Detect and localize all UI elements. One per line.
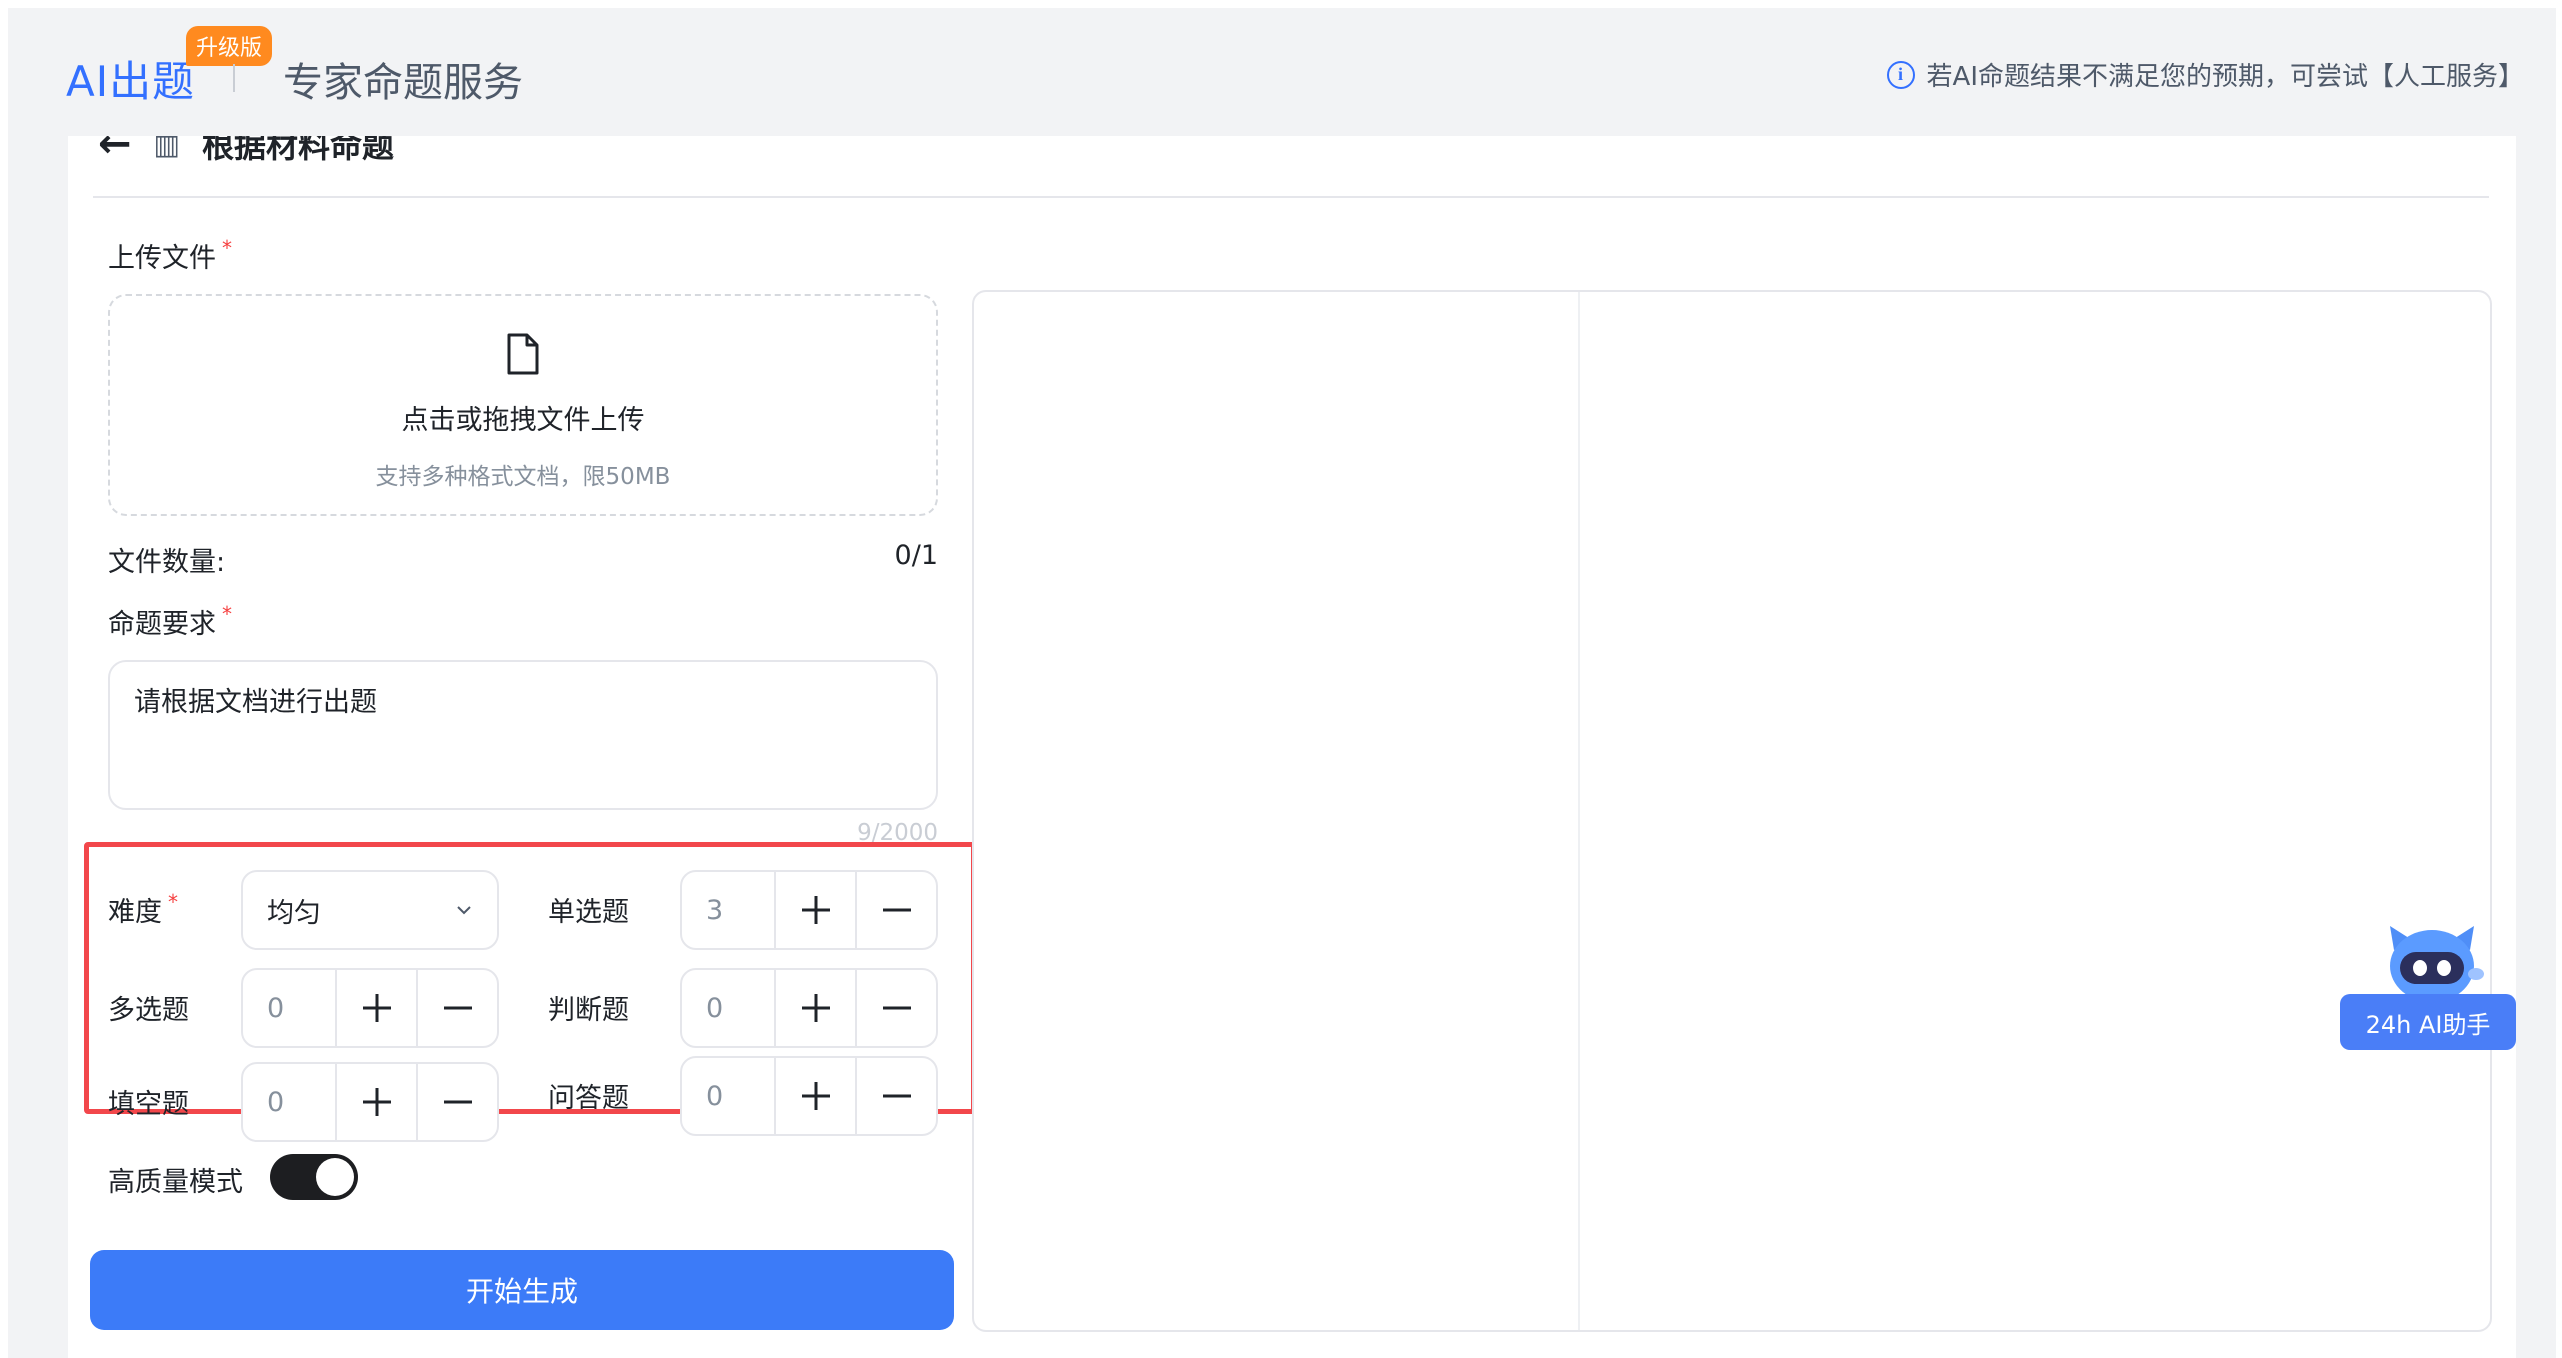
plus-icon xyxy=(801,896,830,924)
minus-icon xyxy=(443,1100,472,1104)
file-upload-dropzone[interactable]: 点击或拖拽文件上传 支持多种格式文档，限50MB xyxy=(108,294,938,516)
true-false-plus-button[interactable] xyxy=(776,970,855,1046)
assistant-label: 24h AI助手 xyxy=(2340,994,2516,1050)
file-count-label: 文件数量: xyxy=(108,547,226,578)
true-false-label: 判断题 xyxy=(548,995,629,1026)
divider xyxy=(93,196,2489,198)
upgrade-badge: 升级版 xyxy=(186,26,273,66)
required-mark: * xyxy=(168,890,178,914)
plus-icon xyxy=(362,994,391,1022)
main-card: ← ▥ 根据材料命题 上传文件 * 点击或拖拽文件上传 支持多种格式文档，限50M… xyxy=(68,136,2516,1358)
qa-minus-button[interactable] xyxy=(855,1058,936,1134)
difficulty-label-text: 难度 xyxy=(108,897,162,928)
requirement-textarea[interactable]: 请根据文档进行出题 xyxy=(108,660,938,810)
plus-icon xyxy=(801,994,830,1022)
difficulty-label: 难度 * xyxy=(108,890,178,929)
fill-blank-plus-button[interactable] xyxy=(337,1064,416,1140)
upload-label-text: 上传文件 xyxy=(108,243,216,274)
required-mark: * xyxy=(222,602,232,626)
notice-bar: i 若AI命题结果不满足您的预期，可尝试【人工服务】 xyxy=(1886,56,2524,93)
minus-icon xyxy=(443,1006,472,1010)
plus-icon xyxy=(801,1082,830,1110)
notice-text[interactable]: 若AI命题结果不满足您的预期，可尝试【人工服务】 xyxy=(1927,56,2524,93)
file-count-row: 文件数量: 0/1 xyxy=(108,540,938,579)
single-choice-minus-button[interactable] xyxy=(855,872,936,948)
upload-hint: 支持多种格式文档，限50MB xyxy=(375,464,671,490)
expert-service-tab[interactable]: 专家命题服务 xyxy=(283,50,523,108)
multi-choice-label: 多选题 xyxy=(108,995,189,1026)
single-choice-plus-button[interactable] xyxy=(776,872,855,948)
file-icon xyxy=(507,333,539,375)
qa-plus-button[interactable] xyxy=(776,1058,855,1134)
multi-choice-minus-button[interactable] xyxy=(416,970,497,1046)
upload-title: 点击或拖拽文件上传 xyxy=(401,405,645,436)
fill-blank-stepper: 0 xyxy=(241,1062,499,1142)
qa-label: 问答题 xyxy=(548,1083,629,1114)
qa-input[interactable]: 0 xyxy=(682,1058,776,1134)
high-quality-toggle[interactable] xyxy=(270,1154,358,1200)
difficulty-value: 均匀 xyxy=(267,897,321,929)
brand-title[interactable]: AI出题 xyxy=(66,48,195,109)
single-choice-label: 单选题 xyxy=(548,897,629,928)
info-icon: i xyxy=(1886,60,1915,89)
required-mark: * xyxy=(222,236,232,260)
multi-choice-stepper: 0 xyxy=(241,968,499,1048)
multi-choice-input[interactable]: 0 xyxy=(243,970,337,1046)
true-false-minus-button[interactable] xyxy=(855,970,936,1046)
multi-choice-plus-button[interactable] xyxy=(337,970,416,1046)
preview-panel xyxy=(972,290,2492,1332)
minus-icon xyxy=(882,1006,911,1010)
ai-assistant-widget[interactable]: 24h AI助手 xyxy=(2340,920,2516,1054)
single-choice-input[interactable]: 3 xyxy=(682,872,776,948)
fill-blank-minus-button[interactable] xyxy=(416,1064,497,1140)
fill-blank-label: 填空题 xyxy=(108,1089,189,1120)
single-choice-stepper: 3 xyxy=(680,870,938,950)
char-count: 9/2000 xyxy=(857,820,938,842)
plus-icon xyxy=(362,1088,391,1116)
header-divider xyxy=(233,64,235,92)
upload-label: 上传文件 * xyxy=(108,236,232,275)
true-false-input[interactable]: 0 xyxy=(682,970,776,1046)
toggle-knob xyxy=(316,1158,354,1196)
requirement-label: 命题要求 * xyxy=(108,602,232,641)
qa-stepper: 0 xyxy=(680,1056,938,1136)
minus-icon xyxy=(882,908,911,912)
header: AI出题 升级版 专家命题服务 i 若AI命题结果不满足您的预期，可尝试【人工服… xyxy=(0,0,2562,140)
preview-divider xyxy=(1578,292,1580,1330)
high-quality-label: 高质量模式 xyxy=(108,1167,243,1198)
fill-blank-input[interactable]: 0 xyxy=(243,1064,337,1140)
start-generate-button[interactable]: 开始生成 xyxy=(90,1250,954,1330)
file-count-value: 0/1 xyxy=(894,540,938,571)
true-false-stepper: 0 xyxy=(680,968,938,1048)
minus-icon xyxy=(882,1094,911,1098)
difficulty-select[interactable]: 均匀 xyxy=(241,870,499,950)
requirement-label-text: 命题要求 xyxy=(108,609,216,640)
chevron-down-icon xyxy=(457,906,471,915)
